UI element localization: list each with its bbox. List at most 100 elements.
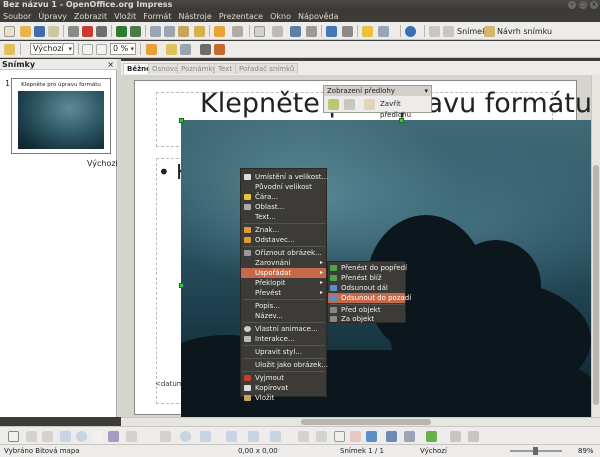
menu-insert[interactable]: Vložit xyxy=(114,12,136,21)
menu-item-save-as-picture[interactable]: Uložit jako obrázek... xyxy=(241,360,328,370)
connector-icon[interactable] xyxy=(126,431,137,442)
menu-item-name[interactable]: Název... xyxy=(241,311,326,321)
zoom-slider[interactable] xyxy=(510,447,562,455)
tab-handout[interactable]: Text xyxy=(214,63,237,74)
menu-item-paragraph[interactable]: Odstavec... xyxy=(241,235,326,245)
menu-edit[interactable]: Úpravy xyxy=(38,12,67,21)
align-objects-icon[interactable] xyxy=(404,431,415,442)
callouts-icon[interactable] xyxy=(248,431,259,442)
hyperlink-icon[interactable] xyxy=(326,26,337,37)
extrusion-icon[interactable] xyxy=(386,431,397,442)
slide-layout-icon[interactable] xyxy=(443,26,454,37)
select-arrow-icon[interactable] xyxy=(8,431,19,442)
menu-item-paste[interactable]: Vložit xyxy=(241,393,326,402)
gallery-icon[interactable] xyxy=(366,431,377,442)
close-master-view-button[interactable]: Zavřít předlohu xyxy=(380,99,431,121)
menu-item-position-size[interactable]: Umístění a velikost... xyxy=(241,172,328,182)
close-pane-icon[interactable]: × xyxy=(107,59,114,70)
menu-item-edit-style[interactable]: Upravit styl... xyxy=(241,347,326,357)
slide-thumbnail[interactable]: Klepněte pro úpravu formátu xyxy=(11,78,111,154)
shadow-tool-icon[interactable] xyxy=(450,431,461,442)
slide-design-icon[interactable] xyxy=(484,26,495,37)
flowchart-icon[interactable] xyxy=(226,431,237,442)
find-icon[interactable] xyxy=(342,26,353,37)
copy-icon[interactable] xyxy=(164,26,175,37)
stars-icon[interactable] xyxy=(270,431,281,442)
slide-button-label[interactable]: Snímek xyxy=(457,27,487,36)
resize-handle-top-left[interactable] xyxy=(179,118,184,123)
zoom-icon[interactable] xyxy=(378,26,389,37)
paste-icon[interactable] xyxy=(178,26,189,37)
crop-icon[interactable] xyxy=(180,44,191,55)
curve-icon[interactable] xyxy=(108,431,119,442)
ellipse-icon[interactable] xyxy=(76,431,87,442)
maximize-icon[interactable]: □ xyxy=(579,1,587,9)
menu-tools[interactable]: Nástroje xyxy=(178,12,211,21)
submenu-send-backward[interactable]: Odsunout dál xyxy=(328,283,405,293)
menu-view[interactable]: Zobrazit xyxy=(74,12,107,21)
spellcheck-icon[interactable] xyxy=(116,26,127,37)
menu-item-copy[interactable]: Kopírovat xyxy=(241,383,326,393)
menu-item-flip[interactable]: Překlopit ▸ xyxy=(241,278,326,288)
export-pdf-icon[interactable] xyxy=(82,26,93,37)
resize-handle-middle-left[interactable] xyxy=(179,283,184,288)
slide-design-button-label[interactable]: Návrh snímku xyxy=(497,27,552,36)
edit-file-icon[interactable] xyxy=(68,26,79,37)
close-icon[interactable]: × xyxy=(590,1,598,9)
print-icon[interactable] xyxy=(96,26,107,37)
vertical-scrollbar[interactable] xyxy=(591,75,600,417)
mail-icon[interactable] xyxy=(48,26,59,37)
toggle-extrusion-icon[interactable] xyxy=(468,431,479,442)
menu-slideshow[interactable]: Prezentace xyxy=(219,12,263,21)
horizontal-scrollbar[interactable] xyxy=(121,417,600,426)
arrange-objects-icon[interactable] xyxy=(426,431,437,442)
menu-item-convert[interactable]: Převést ▸ xyxy=(241,288,326,298)
menu-item-text[interactable]: Text... xyxy=(241,212,326,222)
helplines-icon[interactable] xyxy=(306,26,317,37)
menu-item-arrange[interactable]: Uspořádat ▸ xyxy=(241,268,326,278)
points-icon[interactable] xyxy=(316,431,327,442)
arrow-line-icon[interactable] xyxy=(42,431,53,442)
menu-item-cut[interactable]: Vyjmout xyxy=(241,373,326,383)
menu-window[interactable]: Okno xyxy=(270,12,291,21)
menu-item-original-size[interactable]: Původní velikost xyxy=(241,182,326,192)
text-icon[interactable] xyxy=(92,431,103,442)
save-icon[interactable] xyxy=(34,26,45,37)
arrange-icon[interactable] xyxy=(166,44,177,55)
object-align-icon[interactable] xyxy=(200,44,211,55)
menu-file[interactable]: Soubor xyxy=(3,12,31,21)
help-icon[interactable] xyxy=(405,26,416,37)
menu-format[interactable]: Formát xyxy=(143,12,171,21)
tab-slide-sorter[interactable]: Pořadač snímků xyxy=(235,63,299,74)
redo-icon[interactable] xyxy=(232,26,243,37)
format-paintbrush-icon[interactable] xyxy=(194,26,205,37)
menu-item-crop-image[interactable]: Oříznout obrázek... xyxy=(241,248,326,258)
submenu-bring-to-front[interactable]: Přenést do popředí xyxy=(328,263,407,273)
transparency-combo[interactable]: 0 % xyxy=(110,43,136,55)
submenu-bring-forward[interactable]: Přenést blíž xyxy=(328,273,405,283)
navigator-icon[interactable] xyxy=(362,26,373,37)
close-master-icon[interactable] xyxy=(364,99,375,110)
area-icon[interactable] xyxy=(96,44,107,55)
menu-item-character[interactable]: Znak... xyxy=(241,225,326,235)
line-tool-icon[interactable] xyxy=(26,431,37,442)
rectangle-icon[interactable] xyxy=(60,431,71,442)
master-view-toolbar-title[interactable]: Zobrazení předlohy xyxy=(324,86,431,96)
rotate-icon[interactable] xyxy=(298,431,309,442)
line-icon[interactable] xyxy=(82,44,93,55)
menu-item-interaction[interactable]: Interakce... xyxy=(241,334,326,344)
submenu-send-to-back[interactable]: Odsunout do pozadí xyxy=(328,293,411,303)
submenu-behind-object[interactable]: Za objekt xyxy=(328,314,405,324)
group-icon[interactable] xyxy=(214,44,225,55)
autospell-icon[interactable] xyxy=(130,26,141,37)
styles-icon[interactable] xyxy=(4,44,15,55)
style-combo[interactable]: Výchozí xyxy=(30,43,74,55)
menu-item-area[interactable]: Oblast... xyxy=(241,202,326,212)
display-grid-icon[interactable] xyxy=(290,26,301,37)
basic-shapes-icon[interactable] xyxy=(160,431,171,442)
symbol-shapes-icon[interactable] xyxy=(180,431,191,442)
table-icon[interactable] xyxy=(272,26,283,37)
undo-icon[interactable] xyxy=(214,26,225,37)
menu-item-custom-animation[interactable]: Vlastní animace... xyxy=(241,324,326,334)
new-document-icon[interactable] xyxy=(4,26,15,37)
